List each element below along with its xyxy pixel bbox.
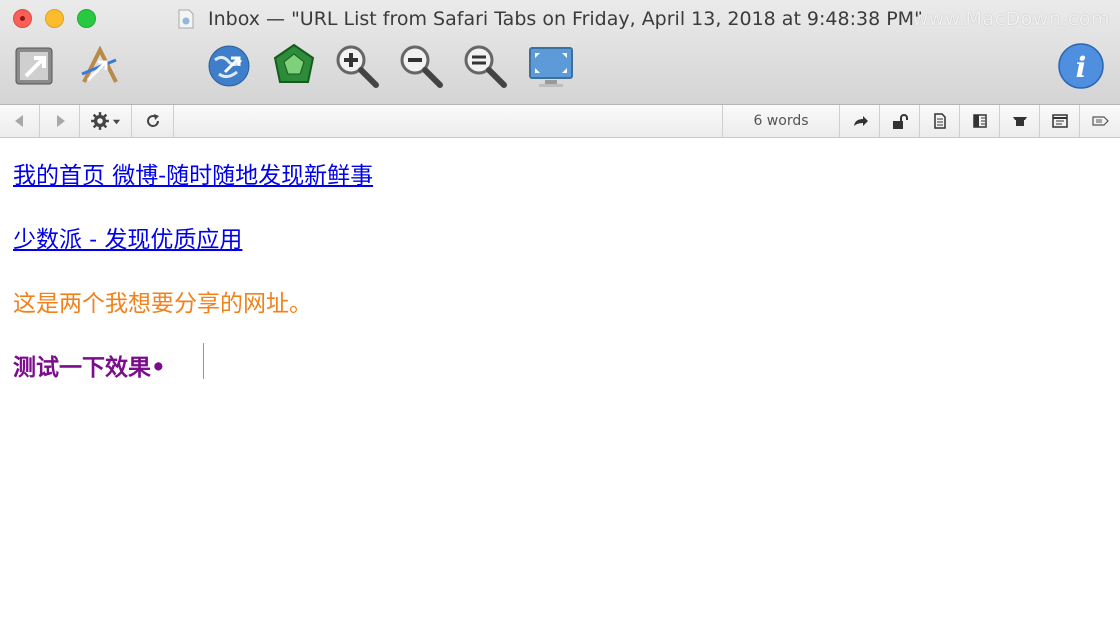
zoom-out-icon[interactable] [397, 42, 445, 90]
green-gem-icon[interactable] [270, 42, 318, 90]
mark-button[interactable] [1000, 105, 1040, 137]
note-text: 这是两个我想要分享的网址。 [13, 291, 312, 317]
info-icon[interactable]: i [1057, 42, 1105, 90]
zoom-window-button[interactable] [77, 9, 96, 28]
close-window-button[interactable] [13, 9, 32, 28]
link-sspai[interactable]: 少数派 - 发现优质应用 [13, 220, 242, 254]
book-icon [972, 114, 987, 128]
chevron-down-icon [112, 119, 121, 124]
word-count: 6 words [722, 105, 840, 137]
navigation-bar: 6 words [0, 105, 1120, 138]
back-button[interactable] [0, 105, 40, 137]
action-menu-button[interactable] [80, 105, 132, 137]
unlock-icon [892, 114, 908, 129]
document-icon [178, 9, 194, 29]
monitor-icon[interactable] [527, 42, 575, 90]
document-view-button[interactable] [920, 105, 960, 137]
window-title-area: Inbox — "URL List from Safari Tabs on Fr… [178, 6, 923, 32]
link-weibo[interactable]: 我的首页 微博-随时随地发现新鲜事 [13, 156, 373, 190]
notes-button[interactable] [1040, 105, 1080, 137]
edit-source-icon[interactable] [76, 42, 124, 90]
forward-button[interactable] [40, 105, 80, 137]
svg-text:i: i [1076, 51, 1087, 84]
page-icon [933, 113, 946, 129]
book-view-button[interactable] [960, 105, 1000, 137]
window-title: Inbox — "URL List from Safari Tabs on Fr… [208, 8, 923, 30]
back-arrow-icon [14, 115, 23, 127]
zoom-reset-icon[interactable] [461, 42, 509, 90]
text-cursor [203, 343, 204, 379]
minimize-window-button[interactable] [45, 9, 64, 28]
document-body[interactable]: 我的首页 微博-随时随地发现新鲜事 少数派 - 发现优质应用 这是两个我想要分享… [0, 138, 1120, 620]
tag-button[interactable] [1080, 105, 1120, 137]
notes-icon [1051, 114, 1068, 128]
tag-icon [1092, 116, 1109, 126]
share-button[interactable] [840, 105, 880, 137]
reload-button[interactable] [132, 105, 174, 137]
zoom-in-icon[interactable] [333, 42, 381, 90]
graduation-cap-icon [1012, 117, 1027, 126]
gear-icon [91, 112, 109, 130]
lock-button[interactable] [880, 105, 920, 137]
bold-test-text: 测试一下效果• [13, 354, 166, 381]
share-arrow-icon [853, 116, 868, 126]
import-icon[interactable] [10, 42, 58, 90]
reload-icon [146, 114, 159, 127]
watermark: www.MacDown.com [912, 8, 1110, 30]
window-titlebar-toolbar: Inbox — "URL List from Safari Tabs on Fr… [0, 0, 1120, 105]
browser-globe-icon[interactable] [205, 42, 253, 90]
forward-arrow-icon [56, 115, 65, 127]
